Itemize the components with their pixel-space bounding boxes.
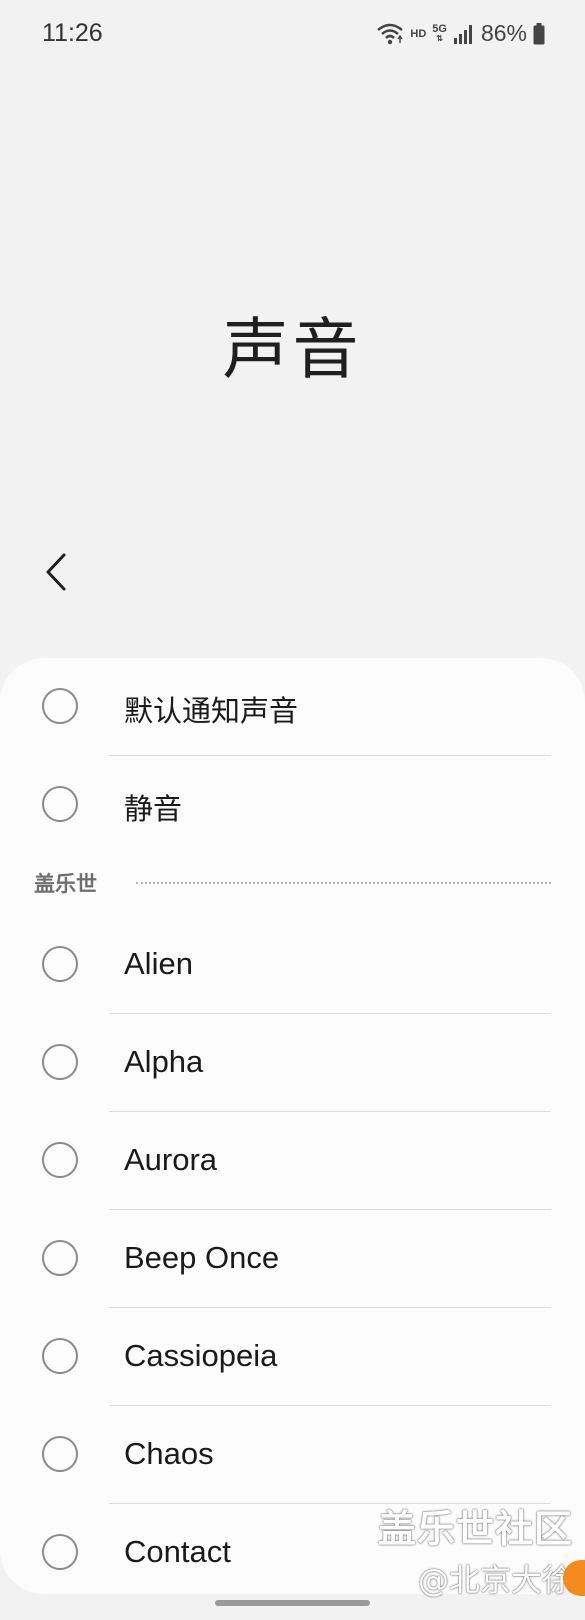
list-item[interactable]: 静音 [0,756,585,854]
radio-button[interactable] [42,1338,78,1374]
item-label: Contact [124,1534,231,1569]
page-title: 声音 [222,311,363,388]
status-time: 11:26 [42,19,103,47]
list-item[interactable]: Chaos [0,1406,585,1504]
back-button[interactable] [30,548,82,600]
section-header: 盖乐世 [0,854,585,916]
item-label: Beep Once [124,1240,280,1275]
status-icons: HD 5G ⇅ 86% [376,20,545,47]
item-label: Alien [124,946,193,981]
network-label: 5G [432,22,447,35]
radio-button[interactable] [42,1240,78,1276]
list-item[interactable]: Beep Once [0,1210,585,1308]
radio-button[interactable] [42,946,78,982]
section-label: 盖乐世 [34,872,97,896]
section-divider [136,882,551,884]
item-label: Chaos [124,1436,214,1471]
item-label: Aurora [124,1142,218,1177]
list-item[interactable]: Cassiopeia [0,1308,585,1406]
radio-button[interactable] [42,1436,78,1472]
item-label: 默认通知声音 [124,694,299,728]
item-label: Alpha [124,1044,204,1079]
list-item[interactable]: Aurora [0,1112,585,1210]
home-indicator[interactable] [215,1600,370,1606]
item-label: 静音 [124,792,183,826]
radio-button[interactable] [42,786,78,822]
item-label: Cassiopeia [124,1338,278,1373]
battery-icon [533,22,545,45]
list-item[interactable]: Contact [0,1504,585,1594]
wifi-icon [376,22,404,46]
data-arrows-icon: ⇅ [436,33,443,43]
list-item[interactable]: Alpha [0,1014,585,1112]
radio-button[interactable] [42,1044,78,1080]
network-indicator: 5G ⇅ [432,22,447,44]
signal-icon [453,23,475,45]
status-bar: 11:26 HD 5G ⇅ 86% [0,0,585,72]
list-item[interactable]: Alien [0,916,585,1014]
list-item[interactable]: 默认通知声音 [0,658,585,756]
radio-button[interactable] [42,1534,78,1570]
battery-percent: 86% [480,20,527,46]
chevron-left-icon [43,552,69,596]
hd-label: HD [410,27,427,40]
radio-button[interactable] [42,1142,78,1178]
radio-button[interactable] [42,688,78,724]
sound-list: 默认通知声音 静音 盖乐世 Alien Alpha Aurora Beep On… [0,658,585,1594]
